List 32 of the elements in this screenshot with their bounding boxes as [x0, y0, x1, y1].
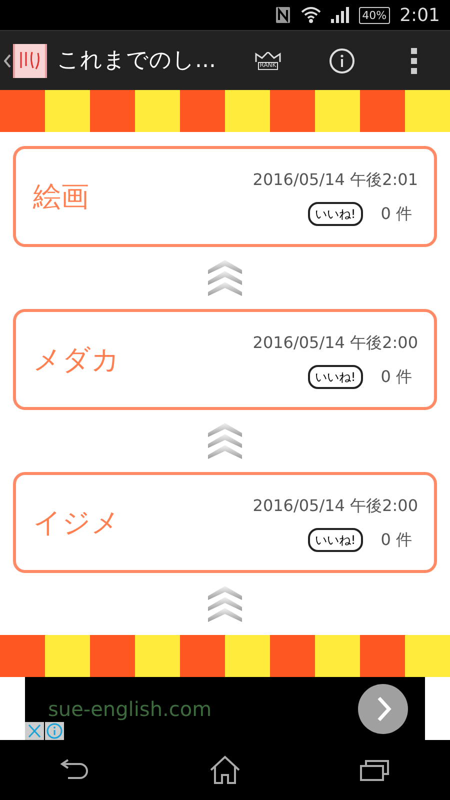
- battery-level: 40%: [359, 6, 390, 24]
- wifi-icon: [301, 7, 322, 23]
- back-chevron-icon: [4, 54, 11, 68]
- like-button[interactable]: いいね!: [308, 202, 363, 226]
- word-title: 絵画: [33, 178, 89, 214]
- word-title: メダカ: [33, 342, 120, 378]
- recent-apps-icon[interactable]: [360, 759, 390, 781]
- home-icon[interactable]: [208, 755, 241, 785]
- like-count: 0 件: [380, 366, 412, 388]
- word-card[interactable]: 絵画 2016/05/14 午後2:01 いいね! 0 件: [13, 146, 437, 247]
- clock-time: 2:01: [400, 4, 440, 28]
- up-chevrons-icon: [208, 423, 242, 459]
- up-chevrons-icon: [208, 260, 242, 296]
- word-title: イジメ: [33, 504, 120, 540]
- ad-url: sue-english.com: [48, 696, 212, 722]
- crown-icon: [255, 52, 281, 62]
- like-button[interactable]: いいね!: [308, 528, 363, 552]
- word-card[interactable]: イジメ 2016/05/14 午後2:00 いいね! 0 件: [13, 472, 437, 573]
- up-chevrons-icon: [208, 586, 242, 622]
- like-count: 0 件: [380, 202, 412, 224]
- signal-icon: [331, 7, 350, 23]
- date-text: 2016/05/14 午後2:00: [252, 332, 418, 354]
- screen-title: これまでのし...: [57, 47, 216, 75]
- date-text: 2016/05/14 午後2:01: [252, 168, 418, 190]
- back-nav-icon[interactable]: [60, 759, 90, 781]
- like-count: 0 件: [380, 528, 412, 550]
- like-button[interactable]: いいね!: [308, 364, 363, 388]
- nfc-icon: [275, 6, 292, 24]
- overflow-menu-icon[interactable]: [410, 48, 418, 74]
- app-logo-icon: [13, 44, 47, 78]
- date-text: 2016/05/14 午後2:00: [252, 494, 418, 516]
- word-card[interactable]: メダカ 2016/05/14 午後2:00 いいね! 0 件: [13, 309, 437, 410]
